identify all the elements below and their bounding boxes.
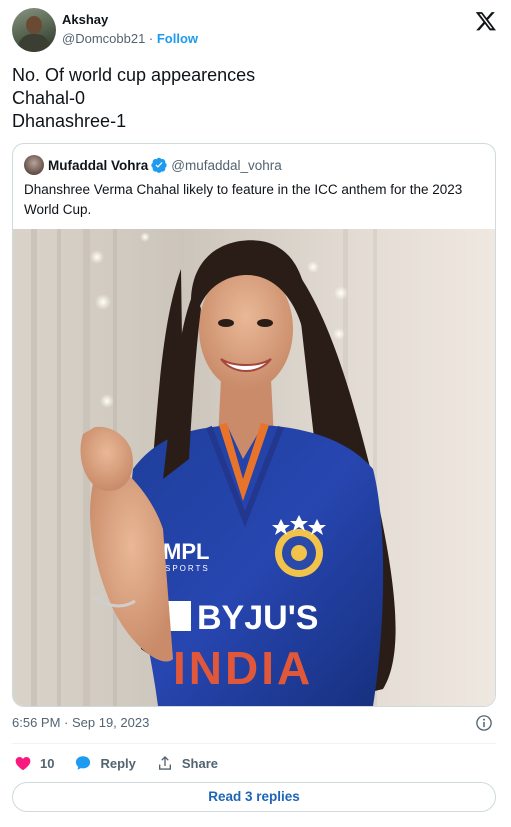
quoted-author-name: Mufaddal Vohra — [48, 157, 149, 173]
like-button[interactable]: 10 — [14, 754, 54, 772]
like-count: 10 — [40, 755, 55, 771]
reply-label: Reply — [100, 755, 136, 771]
share-button[interactable]: Share — [156, 754, 218, 772]
actions-divider — [12, 743, 496, 744]
x-logo-icon[interactable] — [475, 10, 497, 32]
author-names: Akshay @Domcobb21 · Follow — [62, 12, 198, 48]
jersey-sponsor: BYJU'S — [197, 599, 318, 637]
read-replies-button[interactable]: Read 3 replies — [12, 782, 496, 812]
quoted-tweet-text: Dhanshree Verma Chahal likely to feature… — [24, 182, 463, 217]
verified-badge-icon — [151, 157, 167, 173]
follow-button[interactable]: Follow — [157, 31, 198, 46]
tweet-text-line: No. Of world cup appearences — [12, 65, 256, 85]
author-handle-row: @Domcobb21 · Follow — [62, 30, 198, 48]
jersey-kit-brand: MPL — [163, 539, 209, 564]
speech-bubble-icon — [76, 756, 91, 770]
author-display-name[interactable]: Akshay — [62, 12, 198, 28]
avatar-person-head — [26, 16, 42, 34]
tweet-header: Akshay @Domcobb21 · Follow — [12, 8, 499, 58]
tweet-embed-card: Akshay @Domcobb21 · Follow No. Of world … — [0, 0, 511, 827]
left-eye — [218, 319, 234, 327]
avatar-person-body — [18, 34, 50, 52]
share-label: Share — [181, 755, 219, 771]
jersey-kit-brand-sub: SPORTS — [165, 564, 210, 573]
reply-button[interactable]: Reply — [74, 754, 136, 772]
tweet-text-line: Dhanashree-1 — [12, 111, 127, 131]
quoted-author-handle: @mufaddal_vohra — [171, 157, 282, 173]
quoted-author-avatar — [24, 155, 44, 175]
tweet-actions: 10 Reply Share — [14, 752, 238, 774]
author-handle[interactable]: @Domcobb21 — [62, 31, 145, 46]
tweet-text-line: Chahal-0 — [12, 88, 86, 108]
bcci-crest-icon — [272, 515, 326, 577]
heart-icon — [15, 757, 31, 771]
right-eye — [257, 319, 273, 327]
jersey-team-name: INDIA — [173, 642, 313, 694]
quoted-tweet-header: Mufaddal Vohra @mufaddal_vohra — [24, 155, 282, 175]
handle-separator: · — [145, 31, 157, 46]
quoted-tweet-photo[interactable]: MPL SPORTS BYJU'S INDIA — [13, 229, 495, 706]
share-upload-icon — [158, 755, 171, 770]
tweet-text: No. Of world cup appearences Chahal-0 Dh… — [12, 64, 499, 133]
author-avatar[interactable] — [12, 8, 56, 52]
tweet-timestamp[interactable]: 6:56 PM · Sep 19, 2023 — [12, 713, 149, 733]
quoted-tweet[interactable]: Mufaddal Vohra @mufaddal_vohra Dhanshree… — [12, 143, 496, 707]
info-icon[interactable] — [475, 714, 493, 732]
